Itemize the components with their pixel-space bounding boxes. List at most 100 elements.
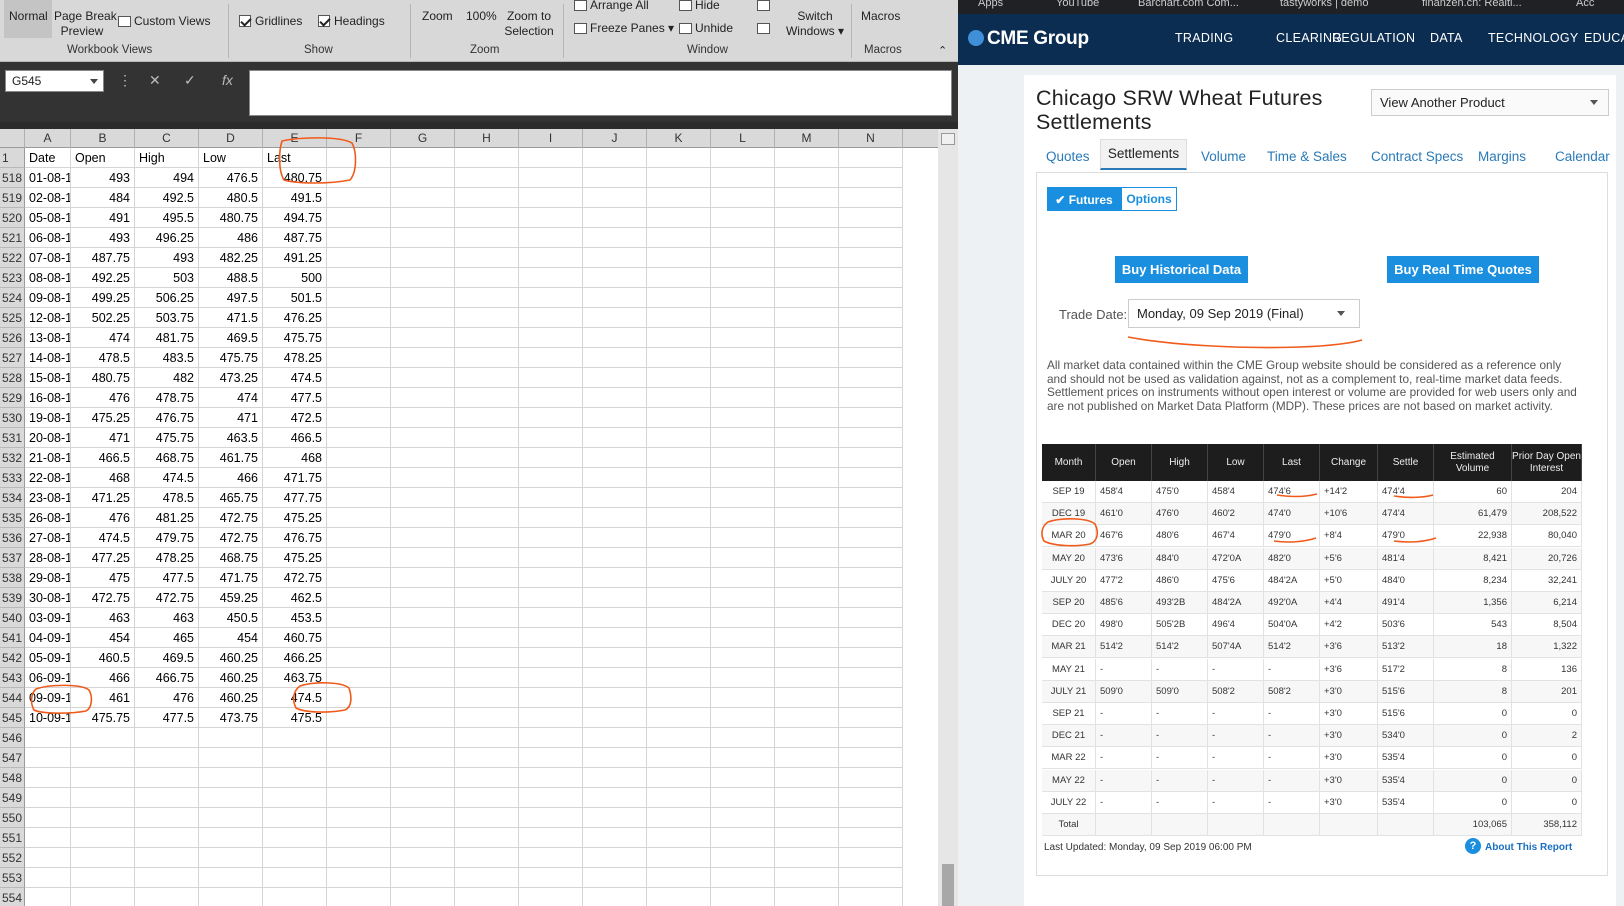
table-cell[interactable]: 460.5 [71, 648, 135, 668]
table-cell[interactable] [583, 688, 647, 708]
table-cell[interactable] [25, 888, 71, 906]
table-cell[interactable] [839, 608, 903, 628]
table-cell[interactable]: 480.5 [199, 188, 263, 208]
table-cell[interactable]: 460.75 [263, 628, 327, 648]
table-cell[interactable]: 08-08-19 [25, 268, 71, 288]
table-cell[interactable] [647, 328, 711, 348]
table-cell[interactable] [391, 328, 455, 348]
table-cell[interactable] [583, 608, 647, 628]
table-cell[interactable] [775, 468, 839, 488]
table-cell[interactable]: 474.5 [71, 528, 135, 548]
table-cell[interactable] [583, 428, 647, 448]
table-cell[interactable] [839, 708, 903, 728]
table-cell[interactable] [711, 228, 775, 248]
table-cell[interactable] [327, 608, 391, 628]
table-cell[interactable] [839, 348, 903, 368]
table-cell[interactable] [135, 848, 199, 868]
table-cell[interactable] [135, 728, 199, 748]
table-cell[interactable] [519, 768, 583, 788]
table-cell[interactable] [25, 768, 71, 788]
table-cell[interactable]: 469.5 [135, 648, 199, 668]
table-cell[interactable] [711, 528, 775, 548]
table-cell[interactable]: 493 [71, 168, 135, 188]
table-cell[interactable] [455, 328, 519, 348]
table-cell[interactable] [327, 388, 391, 408]
table-cell[interactable] [583, 288, 647, 308]
table-cell[interactable] [327, 448, 391, 468]
table-cell[interactable] [391, 348, 455, 368]
table-cell[interactable] [711, 808, 775, 828]
table-cell[interactable] [583, 568, 647, 588]
table-cell[interactable] [455, 468, 519, 488]
row-header[interactable]: 550 [0, 808, 25, 828]
table-header-cell[interactable]: Month [1042, 444, 1096, 481]
table-cell[interactable] [263, 828, 327, 848]
table-cell[interactable] [519, 168, 583, 188]
table-cell[interactable]: 477.5 [135, 708, 199, 728]
table-cell[interactable] [839, 388, 903, 408]
table-cell[interactable] [775, 488, 839, 508]
table-cell[interactable] [583, 748, 647, 768]
table-cell[interactable] [391, 288, 455, 308]
row-header[interactable]: 554 [0, 888, 25, 906]
table-cell[interactable]: 475 [71, 568, 135, 588]
freeze-panes-button[interactable]: Freeze Panes ▾ [574, 21, 674, 36]
table-cell[interactable] [391, 248, 455, 268]
table-cell[interactable] [263, 868, 327, 888]
table-cell[interactable] [839, 408, 903, 428]
table-cell[interactable] [775, 548, 839, 568]
table-cell[interactable] [391, 688, 455, 708]
table-cell[interactable] [455, 708, 519, 728]
table-cell[interactable] [839, 648, 903, 668]
row-header[interactable]: 523 [0, 268, 25, 288]
zoom-to-selection-button[interactable]: Zoom to Selection [502, 9, 556, 39]
table-cell[interactable] [583, 228, 647, 248]
row-header[interactable]: 521 [0, 228, 25, 248]
table-header-cell[interactable]: Last [1264, 444, 1320, 481]
table-cell[interactable]: 463 [135, 608, 199, 628]
table-cell[interactable] [711, 248, 775, 268]
table-cell[interactable]: 478.5 [71, 348, 135, 368]
table-cell[interactable]: 476.25 [263, 308, 327, 328]
arrange-all-button[interactable]: Arrange All [574, 0, 649, 13]
table-cell[interactable] [519, 388, 583, 408]
table-cell[interactable] [455, 528, 519, 548]
table-cell[interactable]: 06-08-19 [25, 228, 71, 248]
table-cell[interactable] [327, 648, 391, 668]
table-cell[interactable] [199, 728, 263, 748]
row-header[interactable]: 528 [0, 368, 25, 388]
table-cell[interactable] [775, 208, 839, 228]
table-cell[interactable] [327, 748, 391, 768]
table-cell[interactable] [519, 188, 583, 208]
table-cell[interactable] [775, 188, 839, 208]
table-cell[interactable] [199, 788, 263, 808]
table-cell[interactable] [455, 688, 519, 708]
table-cell[interactable] [647, 748, 711, 768]
table-cell[interactable]: 02-08-19 [25, 188, 71, 208]
table-cell[interactable] [519, 788, 583, 808]
table-cell[interactable]: 483.5 [135, 348, 199, 368]
table-cell[interactable]: 461 [71, 688, 135, 708]
table-cell[interactable] [775, 288, 839, 308]
table-cell[interactable]: 499.25 [71, 288, 135, 308]
table-cell[interactable] [455, 748, 519, 768]
table-cell[interactable] [327, 728, 391, 748]
table-cell[interactable] [391, 228, 455, 248]
row-header[interactable]: 520 [0, 208, 25, 228]
table-cell[interactable] [327, 288, 391, 308]
table-cell[interactable]: 493 [135, 248, 199, 268]
table-cell[interactable]: 463.75 [263, 668, 327, 688]
table-cell[interactable] [647, 528, 711, 548]
header-cell[interactable]: Low [199, 148, 263, 168]
table-cell[interactable]: 15-08-19 [25, 368, 71, 388]
table-cell[interactable] [583, 488, 647, 508]
table-cell[interactable] [583, 368, 647, 388]
table-cell[interactable] [327, 248, 391, 268]
table-cell[interactable]: 468 [263, 448, 327, 468]
table-cell[interactable] [647, 828, 711, 848]
table-cell[interactable] [391, 508, 455, 528]
table-cell[interactable] [199, 868, 263, 888]
tab-quotes[interactable]: Quotes [1046, 149, 1090, 164]
table-cell[interactable] [711, 508, 775, 528]
table-header-cell[interactable]: Open [1096, 444, 1152, 481]
